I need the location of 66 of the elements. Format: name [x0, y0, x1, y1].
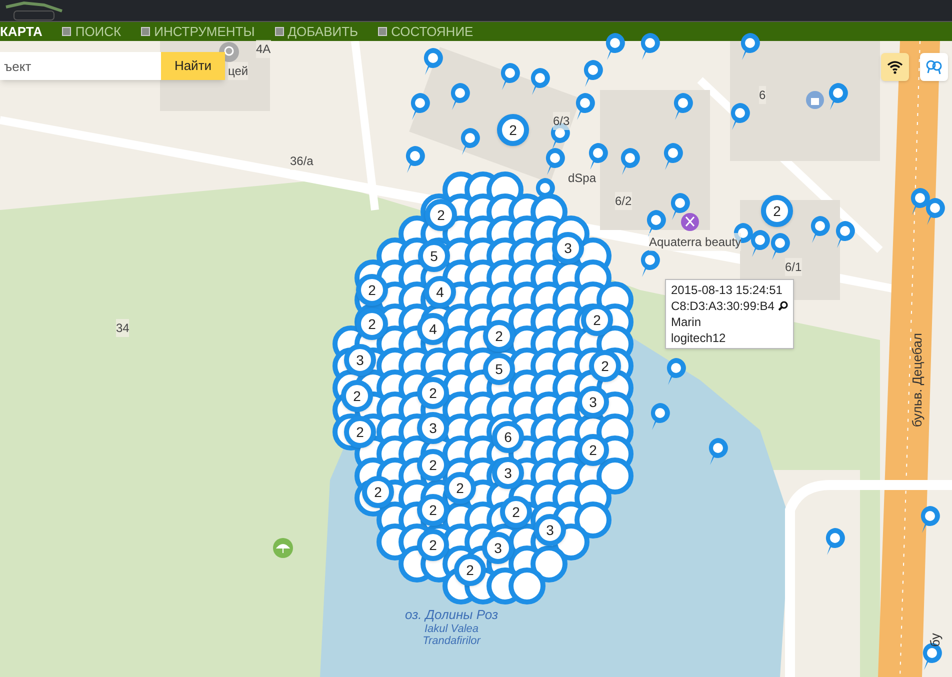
map-pin-icon[interactable]	[528, 66, 552, 96]
lake-label: Iakul Valea	[424, 623, 479, 635]
map-pin-icon[interactable]	[728, 101, 752, 131]
nav-tab[interactable]: СОСТОЯНИЕ	[378, 22, 474, 42]
map-pin-icon[interactable]	[458, 126, 482, 156]
nav-tab[interactable]: КАРТА	[0, 22, 42, 42]
search-icon[interactable]	[778, 301, 788, 311]
map-pin-icon[interactable]	[661, 141, 685, 171]
map-pin-icon[interactable]	[581, 58, 605, 88]
map-pin-icon[interactable]	[448, 81, 472, 111]
map-label: dSpa	[568, 169, 596, 187]
lake-label: оз. Долины Роз	[405, 607, 498, 623]
nav-tab[interactable]: ПОИСК	[62, 22, 122, 42]
map-pin-icon[interactable]	[768, 231, 792, 261]
map-pin-icon[interactable]	[638, 31, 662, 61]
mac-address-text: C8:D3:A3:30:99:B4	[671, 298, 774, 314]
map-label: 34	[116, 319, 130, 337]
speech-bubbles-icon	[925, 59, 943, 75]
map-pin-icon[interactable]	[706, 436, 730, 466]
checkbox-icon	[378, 27, 388, 36]
map-pin-icon[interactable]	[748, 228, 772, 258]
checkbox-icon	[141, 27, 150, 36]
map-pin-icon[interactable]	[671, 91, 695, 121]
street-label: бу	[926, 633, 944, 647]
nav-tab[interactable]: ДОБАВИТЬ	[274, 22, 358, 42]
checkbox-icon	[274, 27, 284, 36]
map-pin-icon[interactable]	[833, 219, 857, 249]
map-label: 6/2	[615, 192, 632, 210]
map-pin-icon[interactable]	[603, 31, 627, 61]
map-pin-icon[interactable]	[543, 146, 567, 176]
map-label: 6/3	[553, 112, 570, 130]
map-pin-icon[interactable]	[648, 401, 672, 431]
map-label: Aquaterra beauty	[649, 233, 742, 251]
map-label: цей	[228, 62, 248, 80]
network-name-text: Marin	[671, 314, 702, 330]
scissors-icon	[681, 213, 699, 231]
map-pin-icon[interactable]	[664, 356, 688, 386]
lake-label: Trandafirilor	[422, 635, 480, 647]
map-pin-icon[interactable]	[918, 504, 942, 534]
map-label: 6/1	[785, 258, 802, 276]
map-pin-icon[interactable]	[618, 146, 642, 176]
map-pin-icon[interactable]	[408, 91, 432, 121]
map-pin-icon[interactable]	[738, 31, 762, 61]
wifi-button[interactable]	[881, 53, 909, 81]
map-label: 6	[759, 86, 766, 104]
map-pin-icon[interactable]	[498, 61, 522, 91]
map-pin-icon[interactable]	[808, 214, 832, 244]
map-pin-icon[interactable]	[421, 46, 445, 76]
map-pin-icon[interactable]	[923, 196, 947, 226]
bubbles-button[interactable]	[920, 53, 948, 81]
checkbox-icon	[62, 27, 72, 36]
map-pin-icon[interactable]	[403, 144, 427, 174]
map-pin-icon[interactable]	[823, 526, 847, 556]
map-label: 4A	[256, 40, 271, 58]
device-name-text: logitech12	[671, 330, 726, 346]
beach-umbrella-icon	[273, 538, 293, 558]
nav-tab[interactable]: ИНСТРУМЕНТЫ	[141, 22, 255, 42]
search-field[interactable]: ъект	[0, 52, 161, 80]
street-label: бульв. Децебал	[908, 332, 926, 428]
wifi-icon	[887, 60, 903, 74]
map-pin-icon[interactable]	[586, 141, 610, 171]
search-button[interactable]: Найти	[161, 52, 225, 80]
map-pin-icon[interactable]	[826, 81, 850, 111]
map-pin-icon[interactable]	[638, 248, 662, 278]
timestamp-text: 2015-08-13 15:24:51	[671, 282, 782, 298]
map-pin-icon[interactable]	[573, 91, 597, 121]
